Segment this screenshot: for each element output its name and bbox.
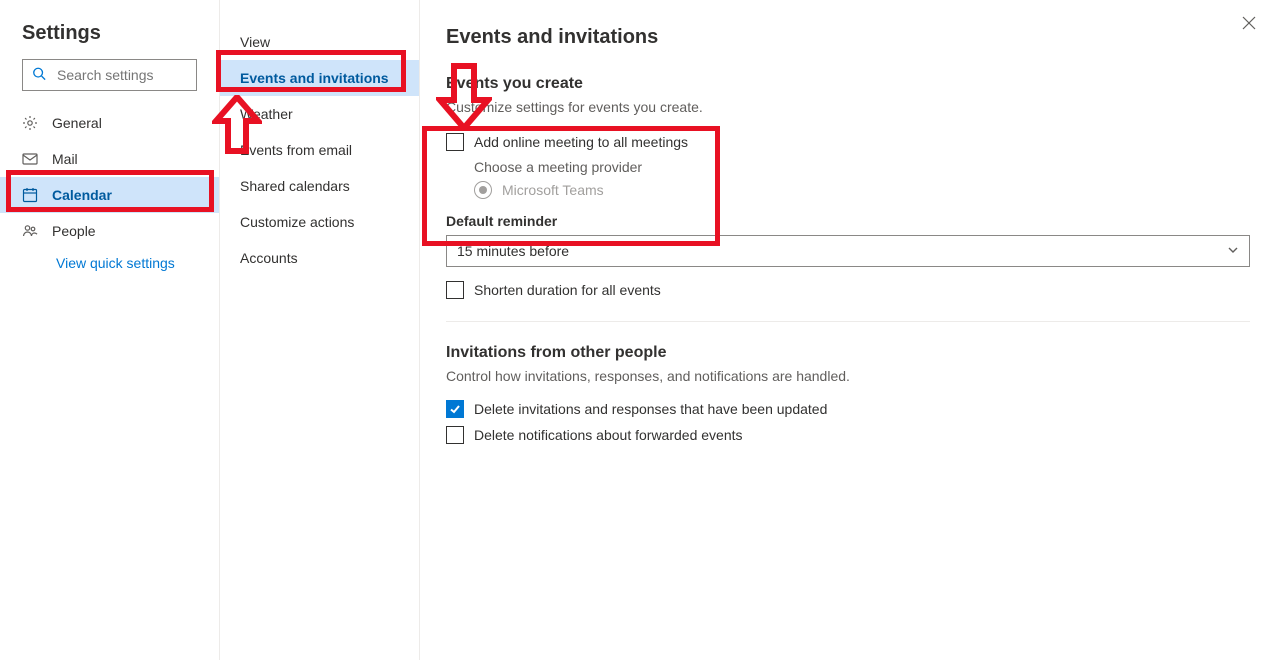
- default-reminder-select[interactable]: 15 minutes before: [446, 235, 1250, 267]
- section-divider: [446, 321, 1250, 322]
- mid-item-events-invitations[interactable]: Events and invitations: [220, 60, 419, 96]
- section-events-you-create-head: Events you create: [446, 75, 1250, 93]
- mid-item-events-email[interactable]: Events from email: [220, 132, 419, 168]
- default-reminder-value: 15 minutes before: [457, 243, 569, 259]
- checkbox-delete-notifications[interactable]: [446, 426, 464, 444]
- section-invitations-head: Invitations from other people: [446, 344, 1250, 362]
- search-input[interactable]: [22, 59, 197, 91]
- chevron-down-icon: [1227, 243, 1239, 259]
- default-reminder-label: Default reminder: [446, 213, 1250, 229]
- mail-icon: [22, 151, 38, 167]
- radio-teams[interactable]: [474, 181, 492, 199]
- mid-item-weather[interactable]: Weather: [220, 96, 419, 132]
- nav-label: Calendar: [52, 187, 112, 203]
- checkbox-add-online-meeting[interactable]: [446, 133, 464, 151]
- checkbox-delete-invitations[interactable]: [446, 400, 464, 418]
- nav-item-mail[interactable]: Mail: [0, 141, 219, 177]
- page-title: Events and invitations: [446, 26, 1250, 49]
- checkbox-add-online-meeting-label: Add online meeting to all meetings: [474, 134, 688, 150]
- nav-label: People: [52, 223, 96, 239]
- choose-provider-label: Choose a meeting provider: [474, 159, 1250, 175]
- nav-label: General: [52, 115, 102, 131]
- settings-title: Settings: [22, 22, 219, 45]
- view-quick-settings-link[interactable]: View quick settings: [56, 255, 197, 271]
- nav-item-general[interactable]: General: [0, 105, 219, 141]
- calendar-icon: [22, 187, 38, 203]
- search-icon: [32, 67, 46, 84]
- checkbox-delete-invitations-label: Delete invitations and responses that ha…: [474, 401, 827, 417]
- section-events-you-create-sub: Customize settings for events you create…: [446, 99, 1250, 115]
- close-button[interactable]: [1242, 16, 1256, 33]
- mid-item-shared-calendars[interactable]: Shared calendars: [220, 168, 419, 204]
- nav-label: Mail: [52, 151, 78, 167]
- checkbox-delete-notifications-label: Delete notifications about forwarded eve…: [474, 427, 743, 443]
- mid-item-customize-actions[interactable]: Customize actions: [220, 204, 419, 240]
- checkbox-shorten-duration-label: Shorten duration for all events: [474, 282, 661, 298]
- mid-item-view[interactable]: View: [220, 24, 419, 60]
- checkbox-shorten-duration[interactable]: [446, 281, 464, 299]
- mid-item-accounts[interactable]: Accounts: [220, 240, 419, 276]
- radio-teams-label: Microsoft Teams: [502, 182, 604, 198]
- section-invitations-sub: Control how invitations, responses, and …: [446, 368, 1250, 384]
- gear-icon: [22, 115, 38, 131]
- nav-item-people[interactable]: People: [0, 213, 219, 249]
- people-icon: [22, 223, 38, 239]
- nav-item-calendar[interactable]: Calendar: [0, 177, 219, 213]
